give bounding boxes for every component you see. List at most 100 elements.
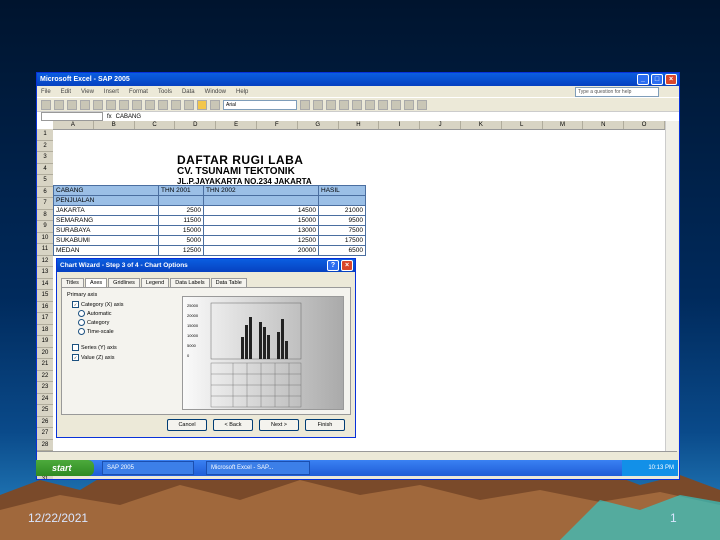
vertical-scrollbar[interactable] [665, 121, 678, 451]
table-row[interactable]: SUKABUMI 5000 12500 17500 [53, 235, 366, 246]
align-left-icon[interactable] [339, 99, 349, 110]
row-header[interactable]: 4 [37, 163, 53, 175]
row-header[interactable]: 22 [37, 370, 53, 382]
row-header[interactable]: 6 [37, 186, 53, 198]
percent-icon[interactable] [378, 99, 388, 110]
branch-name[interactable]: SUKABUMI [53, 235, 159, 246]
taskbar-item-sap[interactable]: SAP 2005 [102, 461, 194, 475]
row-header[interactable]: 20 [37, 347, 53, 359]
checkbox-checked-icon[interactable]: ✓ [72, 354, 79, 361]
taskbar-item-excel[interactable]: Microsoft Excel - SAP... [206, 461, 310, 475]
tab-data-labels[interactable]: Data Labels [170, 278, 210, 287]
print-icon[interactable] [80, 99, 90, 110]
row-header[interactable]: 25 [37, 405, 53, 417]
category-axis-option[interactable]: ✓ Category (X) axis [72, 301, 124, 308]
paste-icon[interactable] [132, 99, 142, 110]
row-header[interactable]: 24 [37, 393, 53, 405]
value-axis-option[interactable]: ✓ Value (Z) axis [72, 354, 115, 361]
value-cell[interactable]: 17500 [318, 235, 366, 246]
dialog-close-button[interactable]: × [341, 260, 353, 271]
cut-icon[interactable] [106, 99, 116, 110]
row-header[interactable]: 7 [37, 198, 53, 210]
column-header[interactable]: C [135, 121, 176, 129]
tab-gridlines[interactable]: Gridlines [108, 278, 140, 287]
column-header[interactable]: E [216, 121, 257, 129]
radio-icon[interactable] [78, 319, 85, 326]
automatic-option[interactable]: Automatic [78, 310, 111, 317]
sum-icon[interactable] [171, 99, 181, 110]
underline-icon[interactable] [326, 99, 336, 110]
value-cell[interactable]: 15000 [203, 215, 319, 226]
column-header[interactable]: F [257, 121, 298, 129]
timescale-option[interactable]: Time-scale [78, 328, 114, 335]
menu-format[interactable]: Format [129, 89, 148, 95]
name-box[interactable] [41, 112, 103, 121]
maximize-button[interactable]: □ [651, 74, 663, 85]
border-icon[interactable] [391, 99, 401, 110]
help-button[interactable]: ? [327, 260, 339, 271]
row-header[interactable]: 9 [37, 221, 53, 233]
section-label[interactable]: PENJUALAN [53, 195, 159, 206]
column-header[interactable]: K [461, 121, 502, 129]
row-header[interactable]: 11 [37, 244, 53, 256]
table-cell[interactable] [158, 195, 204, 206]
table-row[interactable]: SEMARANG 11500 15000 9500 [53, 215, 366, 226]
formula-input[interactable]: CABANG [116, 114, 141, 120]
column-header[interactable]: G [298, 121, 339, 129]
row-header[interactable]: 3 [37, 152, 53, 164]
checkbox-icon[interactable] [72, 344, 79, 351]
value-cell[interactable]: 20000 [203, 245, 319, 256]
column-header[interactable]: M [543, 121, 584, 129]
value-cell[interactable]: 12500 [203, 235, 319, 246]
column-header[interactable]: L [502, 121, 543, 129]
radio-selected-icon[interactable] [78, 310, 85, 317]
redo-icon[interactable] [158, 99, 168, 110]
menu-edit[interactable]: Edit [61, 89, 71, 95]
window-titlebar[interactable]: Microsoft Excel - SAP 2005 _ □ × [37, 73, 679, 86]
row-header[interactable]: 10 [37, 232, 53, 244]
new-icon[interactable] [41, 99, 51, 110]
row-header[interactable]: 15 [37, 290, 53, 302]
table-cell[interactable] [318, 195, 366, 206]
tab-data-table[interactable]: Data Table [210, 278, 247, 287]
zoom-icon[interactable] [210, 99, 220, 110]
ask-question-input[interactable]: Type a question for help [575, 86, 659, 97]
menu-window[interactable]: Window [205, 89, 226, 95]
value-cell[interactable]: 11500 [158, 215, 204, 226]
back-button[interactable]: < Back [213, 419, 253, 431]
fill-color-icon[interactable] [404, 99, 414, 110]
column-header[interactable]: B [94, 121, 135, 129]
header-thn2001[interactable]: THN 2001 [158, 185, 204, 196]
column-header[interactable]: I [379, 121, 421, 129]
row-header[interactable]: 5 [37, 175, 53, 187]
value-cell[interactable]: 14500 [203, 205, 319, 216]
font-select[interactable]: Arial [223, 99, 297, 110]
value-cell[interactable]: 5000 [158, 235, 204, 246]
row-header[interactable]: 13 [37, 267, 53, 279]
column-header[interactable]: N [583, 121, 625, 129]
open-icon[interactable] [54, 99, 64, 110]
table-cell[interactable] [203, 195, 319, 206]
table-row[interactable]: MEDAN 12500 20000 6500 [53, 245, 366, 256]
save-icon[interactable] [67, 99, 77, 110]
column-header[interactable]: H [339, 121, 380, 129]
preview-icon[interactable] [93, 99, 103, 110]
menu-view[interactable]: View [81, 89, 94, 95]
dialog-titlebar[interactable]: Chart Wizard - Step 3 of 4 - Chart Optio… [57, 259, 355, 272]
sort-icon[interactable] [184, 99, 194, 110]
bold-icon[interactable] [300, 99, 310, 110]
value-cell[interactable]: 6500 [318, 245, 366, 256]
tab-titles[interactable]: Titles [61, 278, 84, 287]
row-header[interactable]: 26 [37, 416, 53, 428]
value-cell[interactable]: 12500 [158, 245, 204, 256]
row-header[interactable]: 17 [37, 313, 53, 325]
align-center-icon[interactable] [352, 99, 362, 110]
font-color-icon[interactable] [417, 99, 427, 110]
currency-icon[interactable] [365, 99, 375, 110]
table-row[interactable]: SURABAYA 15000 13000 7500 [53, 225, 366, 236]
row-header[interactable]: 8 [37, 209, 53, 221]
start-button[interactable]: start [36, 460, 94, 476]
menu-file[interactable]: File [41, 89, 51, 95]
value-cell[interactable]: 2500 [158, 205, 204, 216]
radio-icon[interactable] [78, 328, 85, 335]
